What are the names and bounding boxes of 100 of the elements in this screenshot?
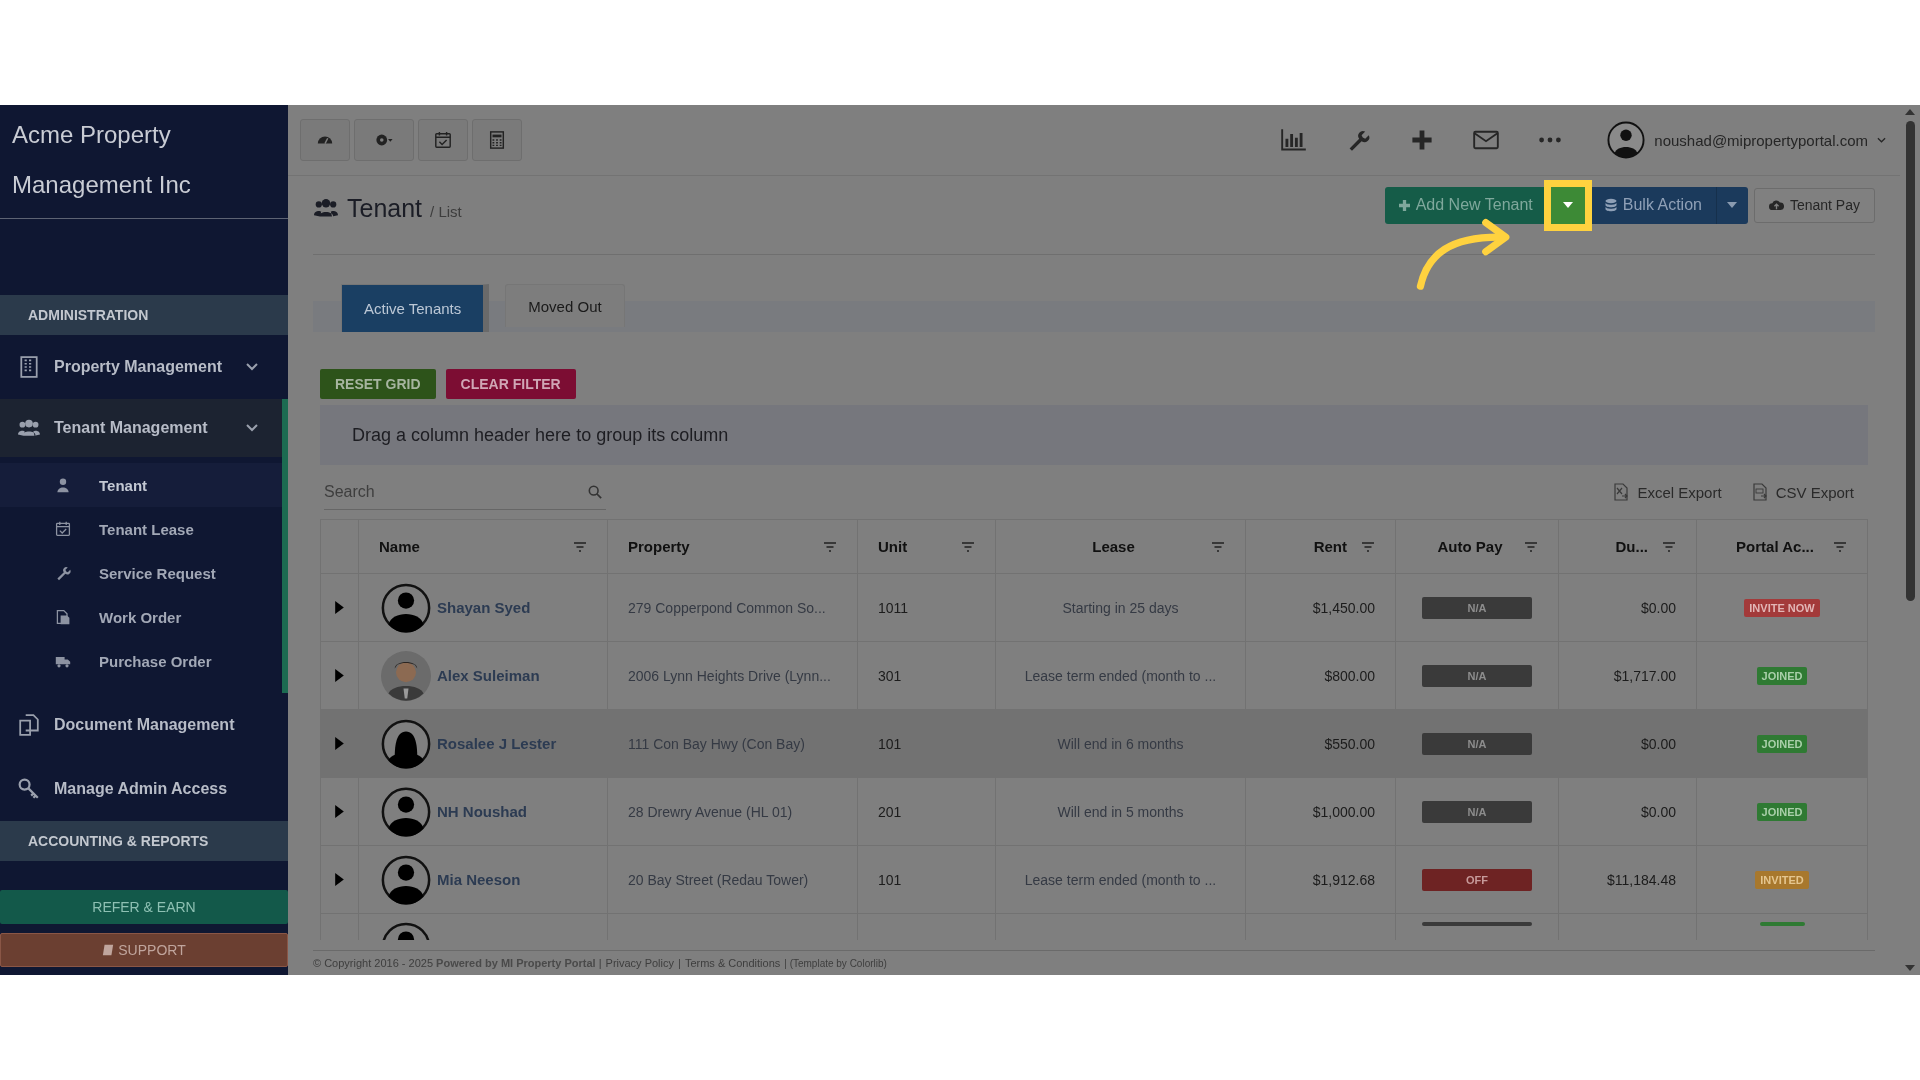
expand-icon[interactable] — [335, 873, 344, 886]
table-cell: Will end in 5 months — [1057, 803, 1184, 820]
calendar-icon — [434, 131, 452, 149]
table-cell: Lease term ended (month to ... — [1024, 667, 1217, 684]
avatar-icon — [381, 650, 431, 701]
tenant-pay-button[interactable]: Tenant Pay — [1753, 187, 1875, 223]
expand-icon[interactable] — [335, 805, 344, 818]
table-cell: 279 Copperpond Common So... — [628, 599, 826, 616]
table-row[interactable]: Rosalee J Lester 111 Con Bay Hwy (Con Bay) 101 Will end in 6 months $550.00 N/A $0.00 JOINED — [321, 710, 1868, 778]
portal-status-badge: JOINED — [1756, 666, 1808, 685]
caret-down-icon — [1727, 202, 1738, 208]
scrollbar-thumb[interactable] — [1905, 121, 1915, 601]
section-header: ADMINISTRATION — [0, 295, 288, 335]
wrench-icon — [55, 565, 71, 581]
book-icon — [102, 944, 115, 956]
table-cell: $1,450.00 — [1312, 599, 1375, 616]
portal-status-badge: INVITE NOW — [1744, 598, 1820, 617]
footer-text: | — [678, 957, 681, 969]
column-header[interactable]: Unit — [878, 538, 961, 555]
mail-icon[interactable] — [1473, 128, 1500, 152]
tenant-name-link[interactable]: Rosalee J Lester — [437, 735, 557, 752]
auto-pay-badge: N/A — [1422, 732, 1532, 755]
breadcrumb: / List — [430, 202, 462, 220]
scroll-down-icon — [1905, 965, 1915, 971]
toolbar-button[interactable] — [418, 119, 468, 161]
chevron-down-icon — [246, 424, 258, 432]
expand-icon[interactable] — [335, 737, 344, 750]
table-cell: $1,912.68 — [1312, 871, 1375, 888]
sidebar-subitem[interactable]: Service Request — [0, 551, 282, 595]
avatar-icon — [381, 786, 431, 837]
table-row[interactable]: Shayan Syed 279 Copperpond Common So... 1011 Starting in 25 days $1,450.00 N/A $0.00 INVITE NOW — [321, 574, 1868, 642]
table-cell: 111 Con Bay Hwy (Con Bay) — [628, 735, 805, 752]
search-field[interactable]: Search — [324, 474, 608, 509]
sidebar-subitem[interactable]: Tenant Lease — [0, 507, 282, 551]
user-menu[interactable]: noushad@mipropertyportal.com — [1607, 121, 1886, 159]
sidebar-subitem[interactable]: Work Order — [0, 595, 282, 639]
group-hint: Drag a column header here to group its column — [352, 424, 729, 446]
sidebar-item[interactable]: Document Management — [0, 693, 282, 757]
table-cell: $550.00 — [1324, 735, 1375, 752]
column-header[interactable]: Portal Ac... — [1717, 538, 1833, 555]
toolbar-button[interactable] — [354, 119, 414, 161]
table-row[interactable]: Mia Neeson 20 Bay Street (Redau Tower) 101 Lease term ended (month to ... $1,912.68 OFF $11,184.48 INVITED — [321, 846, 1868, 914]
documents-icon — [18, 714, 40, 736]
table-cell: $800.00 — [1324, 667, 1375, 684]
table-cell: 1011 — [878, 599, 909, 616]
brand-title: Management Inc — [12, 170, 191, 200]
tenant-name-link[interactable]: NH Noushad — [437, 803, 527, 820]
column-header[interactable]: Du... — [1579, 538, 1662, 555]
expand-icon[interactable] — [335, 669, 344, 682]
table-cell: Starting in 25 days — [1062, 599, 1179, 616]
auto-pay-badge: N/A — [1422, 596, 1532, 619]
filter-icon — [1833, 541, 1847, 552]
database-icon — [1604, 197, 1617, 213]
table-row[interactable]: NH Noushad 28 Drewry Avenue (HL 01) 201 Will end in 5 months $1,000.00 N/A $0.00 JOINED — [321, 778, 1868, 846]
cloud-upload-icon — [1768, 199, 1784, 211]
csv-export-button[interactable]: CSV Export — [1745, 482, 1860, 502]
tenant-name-link[interactable]: Alex Suleiman — [437, 667, 540, 684]
table-cell: $0.00 — [1640, 735, 1676, 752]
column-header[interactable]: Name — [379, 538, 573, 555]
column-header[interactable]: Lease — [1016, 538, 1211, 555]
expand-icon[interactable] — [335, 601, 344, 614]
table-cell: $1,717.00 — [1613, 667, 1676, 684]
sidebar-item[interactable]: Property Management — [0, 335, 282, 399]
users-icon — [18, 417, 40, 439]
tab[interactable]: Moved Out — [505, 284, 625, 327]
column-header[interactable]: Rent — [1266, 538, 1361, 555]
bar-chart-icon[interactable] — [1281, 128, 1308, 152]
tenant-name-link[interactable]: Mia Neeson — [437, 871, 521, 888]
sidebar-subitem[interactable]: Purchase Order — [0, 639, 282, 683]
clear-filter-button[interactable]: CLEAR FILTER — [445, 369, 576, 399]
toolbar-button[interactable] — [472, 119, 522, 161]
search-icon — [588, 484, 602, 499]
avatar-icon — [381, 718, 431, 769]
filter-icon — [961, 541, 975, 552]
sidebar-subitem[interactable]: Tenant — [0, 463, 282, 507]
table-cell: 301 — [878, 667, 902, 684]
support-button[interactable]: SUPPORT — [0, 933, 288, 967]
footer-link[interactable]: Terms & Conditions — [684, 957, 781, 969]
sidebar-item[interactable]: Manage Admin Access — [0, 757, 282, 821]
tenant-name-link[interactable]: Shayan Syed — [437, 599, 531, 616]
toolbar-button[interactable] — [300, 119, 350, 161]
auto-pay-badge: N/A — [1422, 800, 1532, 823]
bulk-action-button[interactable]: Bulk Action — [1590, 186, 1716, 224]
footer-link[interactable]: Privacy Policy — [605, 957, 674, 969]
sidebar-item[interactable]: Tenant Management — [0, 399, 282, 457]
add-tenant-button[interactable]: Add New Tenant — [1384, 186, 1545, 224]
portal-status-badge: INVITED — [1755, 870, 1809, 889]
reset-grid-button[interactable]: RESET GRID — [320, 369, 436, 399]
excel-export-button[interactable]: Excel Export — [1607, 482, 1728, 502]
user-icon — [55, 477, 71, 493]
dropdown-toggle[interactable] — [1715, 186, 1748, 224]
column-header[interactable]: Property — [628, 538, 823, 555]
refer-button[interactable]: REFER & EARN — [0, 890, 288, 924]
scroll-up-icon — [1905, 109, 1915, 115]
column-header[interactable]: Auto Pay — [1416, 538, 1524, 555]
calendar-icon — [55, 521, 71, 537]
chevron-down-icon — [1877, 137, 1886, 143]
footer-note: | (Template by Colorlib) — [784, 957, 887, 969]
tab[interactable]: Active Tenants — [341, 284, 490, 332]
portal-status-badge: JOINED — [1756, 734, 1808, 753]
